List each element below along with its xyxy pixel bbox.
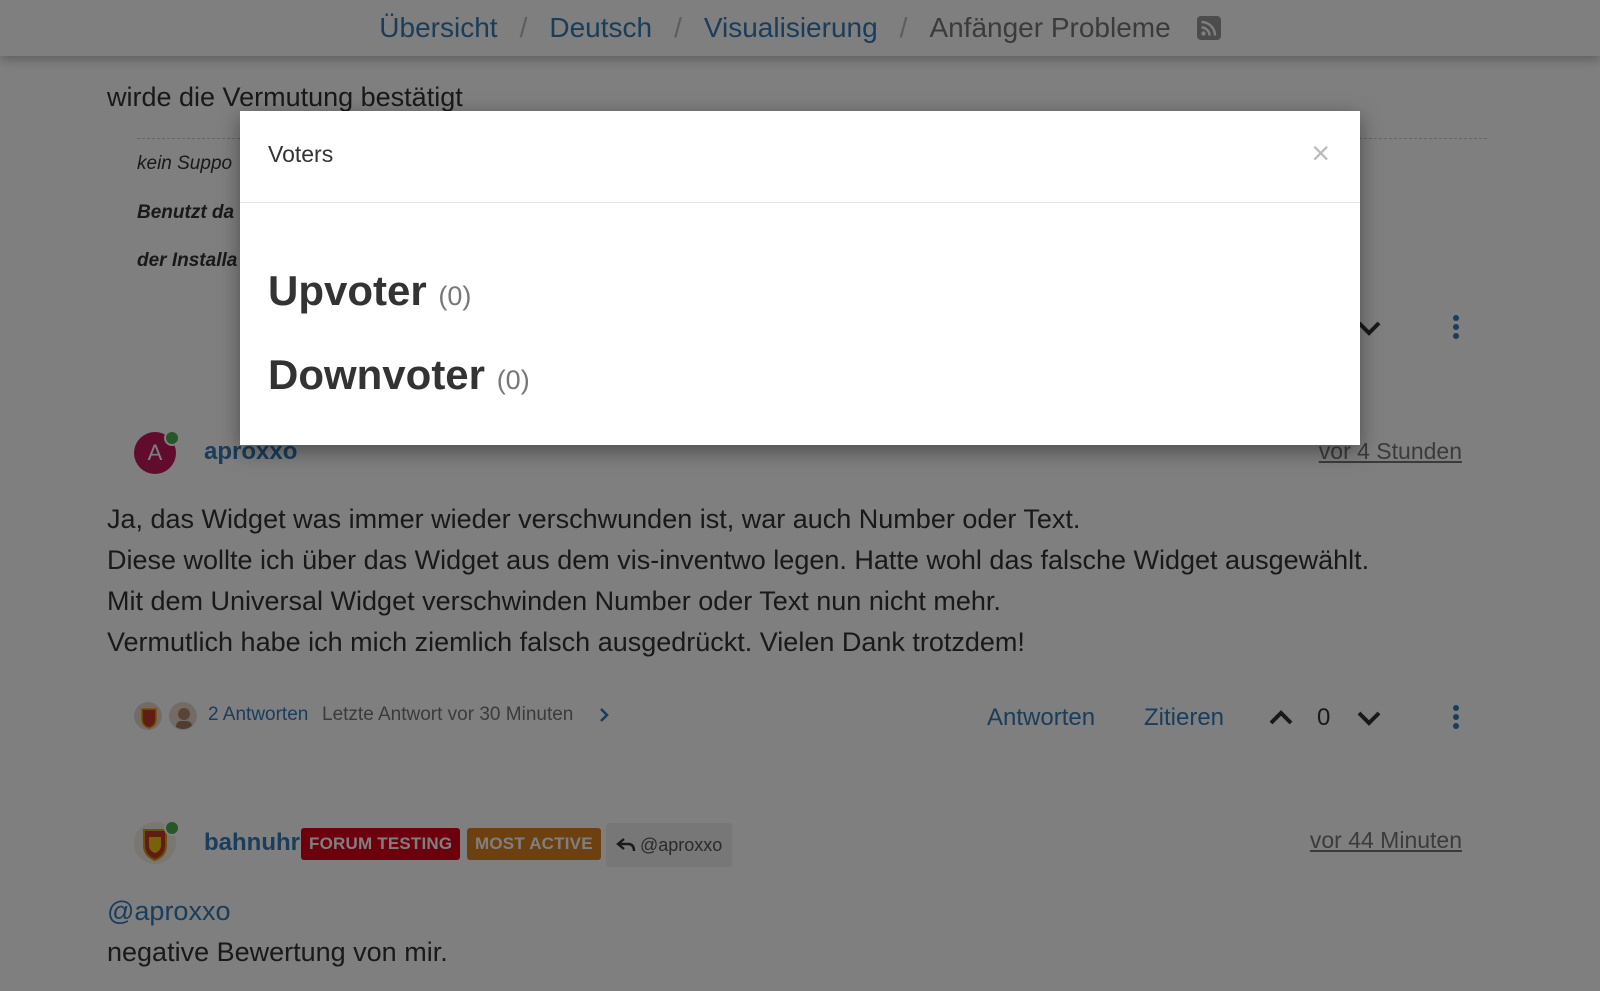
voters-modal: Voters × Upvoter (0) Downvoter (0) [240, 111, 1360, 445]
modal-title: Voters [268, 141, 334, 167]
downvoter-heading: Downvoter (0) [268, 351, 530, 399]
upvoter-heading: Upvoter (0) [268, 267, 471, 315]
modal-header: Voters × [240, 111, 1360, 203]
downvoter-label: Downvoter [268, 351, 486, 398]
upvoter-label: Upvoter [268, 267, 427, 314]
downvoter-count: (0) [496, 365, 530, 395]
upvoter-count: (0) [438, 281, 472, 311]
close-icon[interactable]: × [1311, 137, 1330, 169]
page: Übersicht / Deutsch / Visualisierung / A… [0, 0, 1600, 991]
